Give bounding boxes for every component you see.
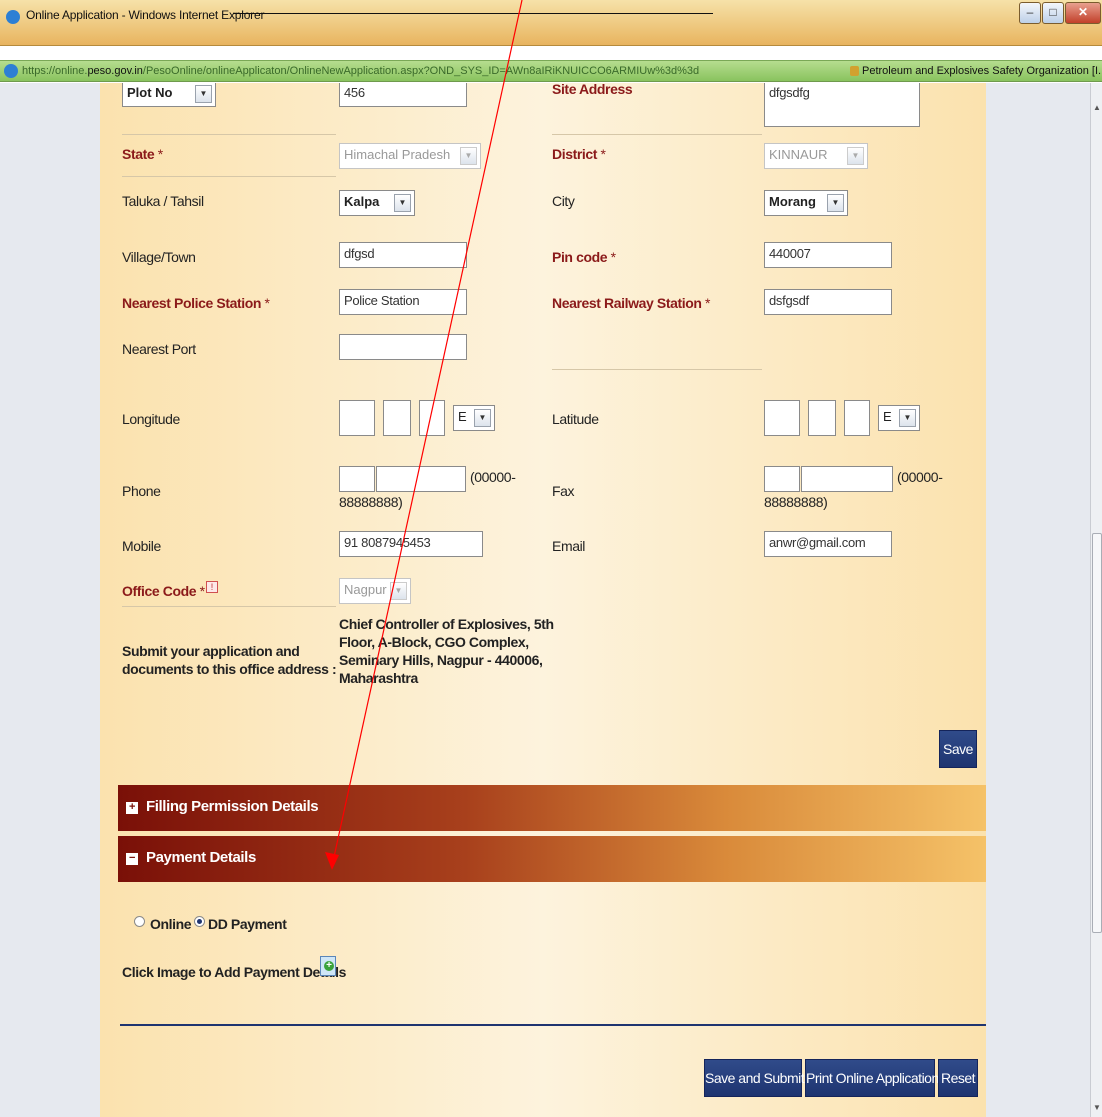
save-and-submit-button[interactable]: Save and Submit <box>704 1059 805 1097</box>
scroll-up-icon[interactable]: ▲ <box>1093 103 1101 112</box>
taluka-select[interactable]: Kalpa ▼ <box>339 190 415 216</box>
window-titlebar: Online Application - Windows Internet Ex… <box>0 0 1102 46</box>
phone-label: Phone <box>122 483 161 499</box>
state-label: State * <box>122 146 163 162</box>
latitude-seconds-input[interactable] <box>844 400 870 436</box>
vertical-scrollbar[interactable]: ▲ ▼ <box>1090 83 1102 1117</box>
info-icon[interactable]: ! <box>206 581 218 593</box>
page-viewport: Plot No ▼ 456 Site Address dfgsdfg State … <box>0 83 1090 1117</box>
taluka-label: Taluka / Tahsil <box>122 193 204 209</box>
maximize-button[interactable]: □ <box>1042 2 1064 24</box>
office-address-line-3: Seminary Hills, Nagpur - 440006, <box>339 652 543 668</box>
page-icon <box>4 64 18 78</box>
save-button[interactable]: Save <box>939 730 977 768</box>
chevron-down-icon: ▼ <box>847 147 864 165</box>
latitude-direction-select[interactable]: E ▼ <box>878 405 920 431</box>
window-title: Online Application - Windows Internet Ex… <box>26 8 265 22</box>
chevron-down-icon: ▼ <box>899 409 916 427</box>
site-address-label: Site Address <box>552 83 633 97</box>
submit-instruction-line-1: Submit your application and <box>122 643 300 659</box>
site-identity[interactable]: Petroleum and Explosives Safety Organiza… <box>862 61 1102 81</box>
phone-std-input[interactable] <box>339 466 375 492</box>
longitude-degrees-input[interactable] <box>339 400 375 436</box>
mobile-input[interactable]: 91 8087945453 <box>339 531 483 557</box>
longitude-direction-select[interactable]: E ▼ <box>453 405 495 431</box>
lock-icon[interactable] <box>850 66 859 76</box>
chevron-down-icon: ▼ <box>394 194 411 212</box>
url-text[interactable]: https://online.peso.gov.in/PesoOnline/on… <box>22 61 699 81</box>
close-button[interactable]: ✕ <box>1065 2 1101 24</box>
scrollbar-thumb[interactable] <box>1092 533 1102 933</box>
minimize-button[interactable]: – <box>1019 2 1041 24</box>
state-select[interactable]: Himachal Pradesh ▼ <box>339 143 481 169</box>
mobile-label: Mobile <box>122 538 161 554</box>
office-code-label: Office Code * <box>122 583 205 599</box>
fax-format-hint-2: 88888888) <box>764 494 828 510</box>
filling-permission-title: Filling Permission Details <box>146 798 319 815</box>
latitude-label: Latitude <box>552 411 599 427</box>
village-input[interactable]: dfgsd <box>339 242 467 268</box>
port-input[interactable] <box>339 334 467 360</box>
application-form: Plot No ▼ 456 Site Address dfgsdfg State … <box>100 83 986 1117</box>
add-payment-icon[interactable] <box>320 956 336 976</box>
reset-button[interactable]: Reset <box>938 1059 978 1097</box>
office-address-line-2: Floor, A-Block, CGO Complex, <box>339 634 529 650</box>
chevron-down-icon: ▼ <box>195 85 212 103</box>
plot-no-input[interactable]: 456 <box>339 83 467 107</box>
police-station-label: Nearest Police Station * <box>122 295 270 311</box>
chevron-down-icon: ▼ <box>827 194 844 212</box>
print-application-button[interactable]: Print Online Application <box>805 1059 939 1097</box>
plot-no-select[interactable]: Plot No ▼ <box>122 83 216 107</box>
longitude-label: Longitude <box>122 411 180 427</box>
site-address-input[interactable]: dfgsdfg <box>764 83 920 127</box>
city-label: City <box>552 193 575 209</box>
fax-format-hint: (00000- <box>897 469 943 485</box>
city-select[interactable]: Morang ▼ <box>764 190 848 216</box>
radio-dd-payment[interactable] <box>194 916 205 927</box>
add-payment-label: Click Image to Add Payment Details <box>122 964 346 980</box>
email-label: Email <box>552 538 586 554</box>
email-input[interactable]: anwr@gmail.com <box>764 531 892 557</box>
latitude-minutes-input[interactable] <box>808 400 836 436</box>
ie-icon <box>6 10 20 24</box>
chevron-down-icon: ▼ <box>390 582 407 600</box>
collapse-icon[interactable]: − <box>126 853 138 865</box>
district-label: District * <box>552 146 606 162</box>
fax-std-input[interactable] <box>764 466 800 492</box>
longitude-seconds-input[interactable] <box>419 400 445 436</box>
address-bar[interactable]: https://online.peso.gov.in/PesoOnline/on… <box>0 60 1102 82</box>
radio-online-label: Online <box>150 916 192 932</box>
chevron-down-icon: ▼ <box>474 409 491 427</box>
fax-number-input[interactable] <box>801 466 893 492</box>
railway-station-label: Nearest Railway Station * <box>552 295 711 311</box>
office-code-select[interactable]: Nagpur ▼ <box>339 578 411 604</box>
radio-dd-payment-label: DD Payment <box>208 916 287 932</box>
office-address-line-4: Maharashtra <box>339 670 418 686</box>
pincode-label: Pin code * <box>552 249 616 265</box>
expand-icon[interactable]: + <box>126 802 138 814</box>
port-label: Nearest Port <box>122 341 196 357</box>
chevron-down-icon: ▼ <box>460 147 477 165</box>
payment-title: Payment Details <box>146 849 256 866</box>
payment-section-header[interactable]: − Payment Details <box>118 836 986 882</box>
phone-format-hint-2: 88888888) <box>339 494 403 510</box>
underline-mark <box>233 13 713 14</box>
office-address-line-1: Chief Controller of Explosives, 5th <box>339 616 554 632</box>
phone-number-input[interactable] <box>376 466 466 492</box>
submit-instruction-line-2: documents to this office address : <box>122 661 337 677</box>
phone-format-hint: (00000- <box>470 469 516 485</box>
railway-station-input[interactable]: dsfgsdf <box>764 289 892 315</box>
district-select[interactable]: KINNAUR ▼ <box>764 143 868 169</box>
radio-online[interactable] <box>134 916 145 927</box>
filling-permission-section-header[interactable]: + Filling Permission Details <box>118 785 986 831</box>
village-label: Village/Town <box>122 249 196 265</box>
fax-label: Fax <box>552 483 575 499</box>
scroll-down-icon[interactable]: ▼ <box>1093 1103 1101 1112</box>
latitude-degrees-input[interactable] <box>764 400 800 436</box>
police-station-input[interactable]: Police Station <box>339 289 467 315</box>
pincode-input[interactable]: 440007 <box>764 242 892 268</box>
longitude-minutes-input[interactable] <box>383 400 411 436</box>
